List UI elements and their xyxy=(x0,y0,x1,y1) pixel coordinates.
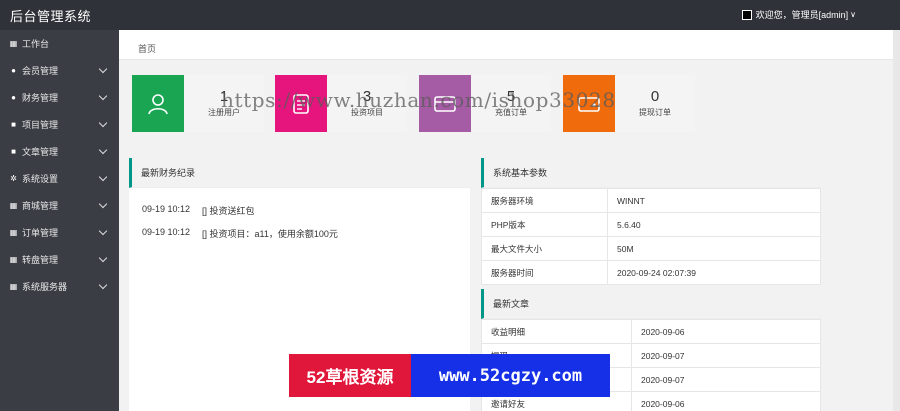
table-key-cell: 收益明细 xyxy=(481,319,632,344)
watermark-banner-left: 52草根资源 xyxy=(289,354,411,397)
table-key-cell: 最大文件大小 xyxy=(481,236,608,261)
system-params-table: 服务器环境 WINNT PHP版本 5.6.40 最大文件大小 50M 服务器时间 2020-… xyxy=(481,188,821,285)
finance-log-row: 09-19 10:12 [] 投资送红包 xyxy=(129,204,470,217)
finance-log-time: 09-19 10:12 xyxy=(142,204,191,214)
sidebar-item-label: 系统服务器 xyxy=(22,282,68,292)
sidebar-item[interactable]: ■ 文章管理 xyxy=(0,138,119,165)
finance-log-text: [] 投资送红包 xyxy=(202,206,255,216)
sidebar-item[interactable]: ■ 项目管理 xyxy=(0,111,119,138)
sidebar-item-label: 财务管理 xyxy=(22,93,59,103)
top-bar: 后台管理系统 欢迎您，管理员[admin] ∨ xyxy=(0,0,900,30)
chevron-down-icon xyxy=(98,199,108,209)
chevron-down-icon xyxy=(98,91,108,101)
scrollbar[interactable] xyxy=(893,30,900,411)
sidebar-item[interactable]: ✲ 系统设置 xyxy=(0,165,119,192)
breadcrumb-home[interactable]: 首页 xyxy=(138,42,156,55)
sidebar-item-label: 项目管理 xyxy=(22,120,59,130)
chevron-down-icon xyxy=(98,172,108,182)
chevron-down-icon xyxy=(98,280,108,290)
sidebar-item[interactable]: ▦ 工作台 xyxy=(0,30,119,57)
chevron-down-icon: ∨ xyxy=(850,10,856,19)
table-value-cell: 2020-09-07 xyxy=(631,367,821,392)
shop-icon: ▦ xyxy=(9,201,18,210)
user-menu[interactable]: 欢迎您，管理员[admin] ∨ xyxy=(741,8,856,21)
project-icon: ■ xyxy=(11,120,16,129)
table-value-cell: 2020-09-06 xyxy=(631,319,821,344)
sidebar: ▦ 工作台 ● 会员管理 ● 财务管理 ■ 项目管理 ■ 文章管理 ✲ 系统设置 ▦ 商城管理 ▦ 订单管理 ▦… xyxy=(0,30,119,411)
dashboard-icon: ▦ xyxy=(9,39,18,48)
chevron-down-icon xyxy=(98,253,108,263)
table-key-cell: 服务器时间 xyxy=(481,260,608,285)
article-icon: ■ xyxy=(11,147,16,156)
chevron-down-icon xyxy=(98,226,108,236)
sidebar-item-label: 商城管理 xyxy=(22,201,59,211)
sidebar-item[interactable]: ▦ 系统服务器 xyxy=(0,273,119,300)
system-panel-title: 系统基本参数 xyxy=(481,158,821,188)
table-value-cell: 5.6.40 xyxy=(607,212,821,237)
chevron-down-icon xyxy=(98,145,108,155)
sidebar-item[interactable]: ▦ 订单管理 xyxy=(0,219,119,246)
chevron-down-icon xyxy=(98,118,108,128)
system-param-row: 最大文件大小 50M xyxy=(481,236,821,261)
user-welcome-text: 欢迎您，管理员[admin] xyxy=(755,10,849,20)
order-icon: ▦ xyxy=(9,228,18,237)
table-value-cell: WINNT xyxy=(607,188,821,213)
finance-log-time: 09-19 10:12 xyxy=(142,227,191,237)
stat-label: 提现订单 xyxy=(639,108,671,117)
table-key-cell: PHP版本 xyxy=(481,212,608,237)
finance-log-row: 09-19 10:12 [] 投资项目：a11，使用余额100元 xyxy=(129,227,470,240)
watermark-banner-right: www.52cgzy.com xyxy=(411,354,610,397)
stat-card-body: 0 提现订单 xyxy=(615,75,695,132)
articles-panel-title: 最新文章 xyxy=(481,289,821,319)
member-icon: ● xyxy=(11,66,16,75)
sidebar-item-label: 工作台 xyxy=(22,39,50,49)
watermark-banner: 52草根资源 www.52cgzy.com xyxy=(289,354,610,397)
sidebar-item-label: 会员管理 xyxy=(22,66,59,76)
sidebar-item[interactable]: ● 会员管理 xyxy=(0,57,119,84)
user-icon xyxy=(132,75,184,132)
sidebar-item-label: 订单管理 xyxy=(22,228,59,238)
breadcrumb: 首页 xyxy=(119,30,900,60)
table-key-cell: 服务器环境 xyxy=(481,188,608,213)
finance-panel-title: 最新财务纪录 xyxy=(129,158,470,188)
sidebar-item-label: 转盘管理 xyxy=(22,255,59,265)
system-param-row: PHP版本 5.6.40 xyxy=(481,212,821,237)
finance-log-text: [] 投资项目：a11，使用余额100元 xyxy=(202,229,338,239)
stat-value: 0 xyxy=(650,88,660,105)
system-param-row: 服务器环境 WINNT xyxy=(481,188,821,213)
watermark-url: https://www.huzhan.com/ishop33028 xyxy=(221,88,616,112)
table-value-cell: 50M xyxy=(607,236,821,261)
system-param-row: 服务器时间 2020-09-24 02:07:39 xyxy=(481,260,821,285)
sidebar-item-label: 系统设置 xyxy=(22,174,59,184)
system-panel: 系统基本参数 服务器环境 WINNT PHP版本 5.6.40 最大文件大小 50M 服务器… xyxy=(481,158,821,285)
table-value-cell: 2020-09-06 xyxy=(631,391,821,411)
chevron-down-icon xyxy=(98,64,108,74)
table-value-cell: 2020-09-07 xyxy=(631,343,821,368)
server-icon: ▦ xyxy=(9,282,18,291)
sidebar-item-label: 文章管理 xyxy=(22,147,59,157)
app-title: 后台管理系统 xyxy=(10,9,92,24)
wheel-icon: ▦ xyxy=(9,255,18,264)
sidebar-item[interactable]: ▦ 转盘管理 xyxy=(0,246,119,273)
sidebar-item[interactable]: ▦ 商城管理 xyxy=(0,192,119,219)
avatar-icon xyxy=(741,9,752,20)
table-value-cell: 2020-09-24 02:07:39 xyxy=(607,260,821,285)
sidebar-item[interactable]: ● 财务管理 xyxy=(0,84,119,111)
finance-icon: ● xyxy=(11,93,16,102)
gear-icon: ✲ xyxy=(10,174,17,183)
article-row: 收益明细 2020-09-06 xyxy=(481,319,821,344)
